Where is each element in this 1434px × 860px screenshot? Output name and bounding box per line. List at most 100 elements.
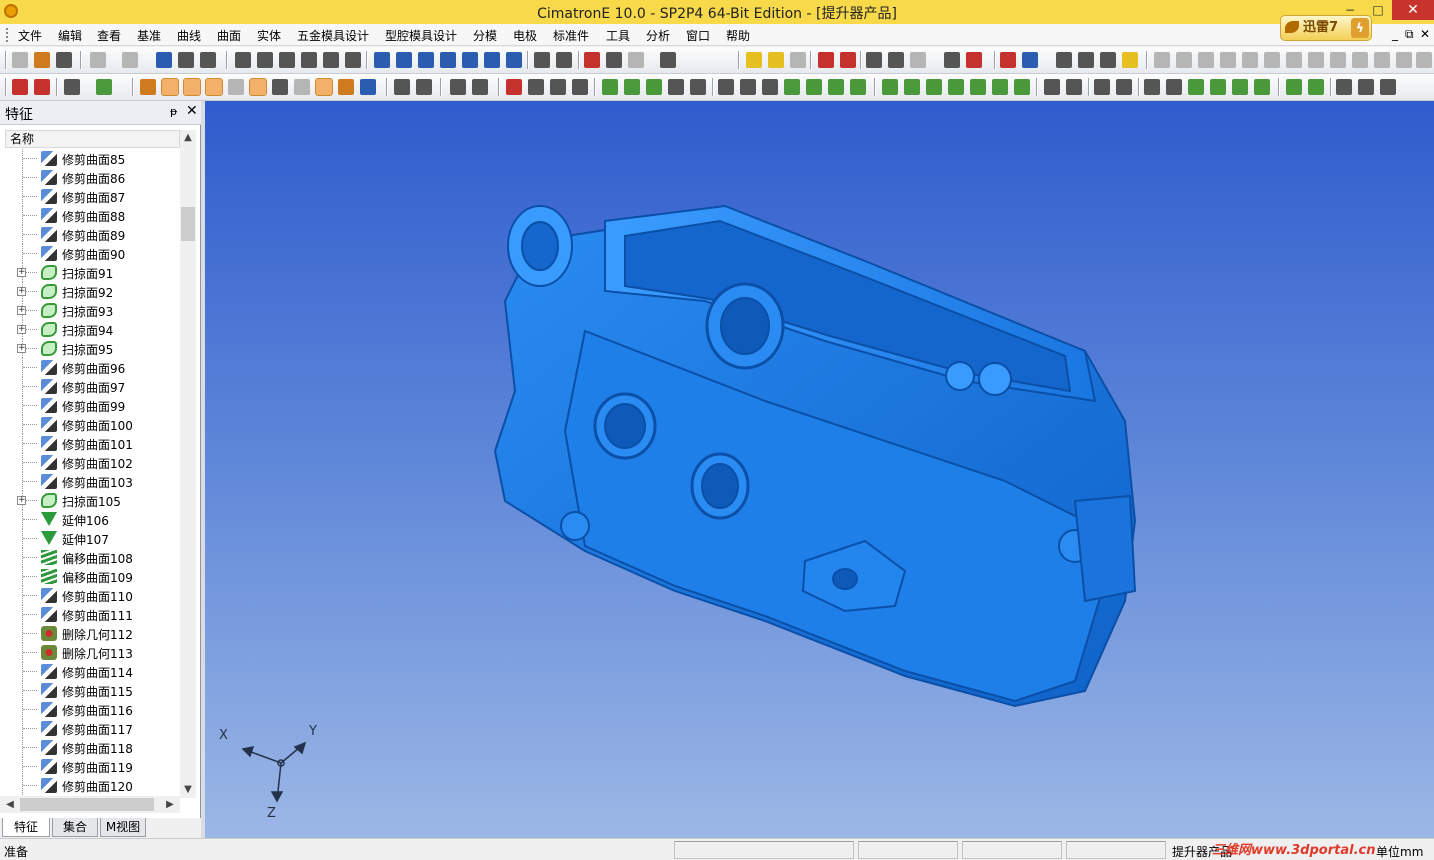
filter-axis-icon[interactable] bbox=[228, 79, 244, 95]
menu-mold-design[interactable]: 型腔模具设计 bbox=[385, 27, 457, 44]
snap-icon[interactable] bbox=[200, 52, 216, 68]
point-dot-icon[interactable] bbox=[506, 79, 522, 95]
sketch-cross-icon[interactable] bbox=[1264, 52, 1280, 68]
zoom-window-icon[interactable] bbox=[257, 52, 273, 68]
tree-item[interactable]: 修剪曲面96 bbox=[0, 358, 180, 377]
menu-edit[interactable]: 编辑 bbox=[58, 27, 82, 44]
filter-group-icon[interactable] bbox=[338, 79, 354, 95]
pin-icon[interactable]: ᵽ bbox=[170, 105, 177, 118]
light-off-icon[interactable] bbox=[790, 52, 806, 68]
sketch-plane-icon[interactable] bbox=[1242, 52, 1258, 68]
light-bulb-icon[interactable] bbox=[746, 52, 762, 68]
copy-geometry-icon[interactable] bbox=[944, 52, 960, 68]
set-object-icon[interactable] bbox=[966, 52, 982, 68]
expand-plus-icon[interactable]: + bbox=[17, 325, 26, 334]
tree-item[interactable]: 修剪曲面99 bbox=[0, 396, 180, 415]
xunlei-badge[interactable]: 迅雷7 ϟ bbox=[1280, 15, 1372, 41]
surface-split-icon[interactable] bbox=[992, 79, 1008, 95]
tree-item[interactable]: 修剪曲面119 bbox=[0, 757, 180, 776]
magnifier-icon[interactable] bbox=[301, 52, 317, 68]
menu-datum[interactable]: 基准 bbox=[137, 27, 161, 44]
menu-analysis[interactable]: 分析 bbox=[646, 27, 670, 44]
scroll-right-icon[interactable]: ▶ bbox=[162, 796, 178, 813]
scroll-left-icon[interactable]: ◀ bbox=[2, 796, 18, 813]
export-icon[interactable] bbox=[1286, 79, 1302, 95]
select-box-icon[interactable] bbox=[64, 79, 80, 95]
menu-curve[interactable]: 曲线 bbox=[177, 27, 201, 44]
arrow-left-icon[interactable] bbox=[818, 52, 834, 68]
mdi-restore-button[interactable]: ⧉ bbox=[1405, 27, 1414, 42]
tree-item[interactable]: + 扫掠面93 bbox=[0, 301, 180, 320]
move-icon[interactable] bbox=[1144, 79, 1160, 95]
expand-plus-icon[interactable]: + bbox=[17, 496, 26, 505]
tree-item[interactable]: 修剪曲面111 bbox=[0, 605, 180, 624]
tree-item[interactable]: 偏移曲面109 bbox=[0, 567, 180, 586]
filter-face-icon[interactable] bbox=[183, 78, 201, 96]
menu-electrode[interactable]: 电极 bbox=[513, 27, 537, 44]
curve-project-icon[interactable] bbox=[624, 79, 640, 95]
tree-item[interactable]: 修剪曲面115 bbox=[0, 681, 180, 700]
tree-item[interactable]: 删除几何112 bbox=[0, 624, 180, 643]
draw-circle-icon[interactable] bbox=[572, 79, 588, 95]
transform-icon[interactable] bbox=[1254, 79, 1270, 95]
sketch-rect-icon[interactable] bbox=[1374, 52, 1390, 68]
sketch-offset-icon[interactable] bbox=[1308, 52, 1324, 68]
mdi-close-button[interactable]: ✕ bbox=[1420, 27, 1430, 41]
tree-item[interactable]: 修剪曲面90 bbox=[0, 244, 180, 263]
clear-selection-icon[interactable] bbox=[34, 79, 50, 95]
view-back-icon[interactable] bbox=[484, 52, 500, 68]
point-tool-icon[interactable] bbox=[394, 79, 410, 95]
scroll-thumb[interactable] bbox=[181, 207, 195, 241]
curve-intersect-icon[interactable] bbox=[646, 79, 662, 95]
mirror-icon[interactable] bbox=[1044, 79, 1060, 95]
expand-plus-icon[interactable]: + bbox=[17, 287, 26, 296]
filter-icon[interactable] bbox=[178, 52, 194, 68]
tree-item[interactable]: 偏移曲面108 bbox=[0, 548, 180, 567]
toolbar-grip[interactable] bbox=[5, 78, 7, 96]
menu-window[interactable]: 窗口 bbox=[686, 27, 710, 44]
menu-solid[interactable]: 实体 bbox=[257, 27, 281, 44]
filter-datum-icon[interactable] bbox=[272, 79, 288, 95]
menu-tools[interactable]: 工具 bbox=[606, 27, 630, 44]
tree-item[interactable]: + 扫掠面92 bbox=[0, 282, 180, 301]
render-mode-icon[interactable] bbox=[660, 52, 676, 68]
sketch-trim-icon[interactable] bbox=[1286, 52, 1302, 68]
tree-item[interactable]: 修剪曲面88 bbox=[0, 206, 180, 225]
tree-item[interactable]: 修剪曲面86 bbox=[0, 168, 180, 187]
expand-plus-icon[interactable]: + bbox=[17, 306, 26, 315]
close-button[interactable]: ✕ bbox=[1392, 0, 1434, 20]
fill-color-icon[interactable] bbox=[1022, 52, 1038, 68]
line-tool-icon[interactable] bbox=[450, 79, 466, 95]
line-width-icon[interactable] bbox=[1100, 52, 1116, 68]
sweep-icon[interactable] bbox=[784, 79, 800, 95]
sketch-curve-icon[interactable] bbox=[1176, 52, 1192, 68]
grid-icon[interactable] bbox=[1000, 52, 1016, 68]
surface-delete-icon[interactable] bbox=[1014, 79, 1030, 95]
copy-mirror-icon[interactable] bbox=[1066, 79, 1082, 95]
arrow-right-icon[interactable] bbox=[840, 52, 856, 68]
view-left-icon[interactable] bbox=[462, 52, 478, 68]
tree-item[interactable]: 删除几何113 bbox=[0, 643, 180, 662]
graphics-viewport[interactable]: X Y Z bbox=[205, 101, 1434, 838]
sketch-xyz-icon[interactable] bbox=[1396, 52, 1412, 68]
filter-body-icon[interactable] bbox=[205, 78, 223, 96]
tree-item[interactable]: 修剪曲面85 bbox=[0, 149, 180, 168]
shaded-cube-icon[interactable] bbox=[584, 52, 600, 68]
sketch-arc-icon[interactable] bbox=[1220, 52, 1236, 68]
curve-trim-icon[interactable] bbox=[668, 79, 684, 95]
menu-view[interactable]: 查看 bbox=[97, 27, 121, 44]
save-icon[interactable] bbox=[56, 52, 72, 68]
view-top-icon[interactable] bbox=[396, 52, 412, 68]
window-tile-icon[interactable] bbox=[1358, 79, 1374, 95]
hidden-line-icon[interactable] bbox=[628, 52, 644, 68]
filter-point-icon[interactable] bbox=[140, 79, 156, 95]
view-front-icon[interactable] bbox=[418, 52, 434, 68]
surface-offset-icon[interactable] bbox=[882, 79, 898, 95]
blend-icon[interactable] bbox=[850, 79, 866, 95]
scroll-down-icon[interactable]: ▼ bbox=[180, 782, 196, 798]
import-icon[interactable] bbox=[1308, 79, 1324, 95]
surface-fill-icon[interactable] bbox=[948, 79, 964, 95]
dimension-icon[interactable] bbox=[888, 52, 904, 68]
filter-curve-icon[interactable] bbox=[161, 78, 179, 96]
undo-icon[interactable] bbox=[90, 52, 106, 68]
